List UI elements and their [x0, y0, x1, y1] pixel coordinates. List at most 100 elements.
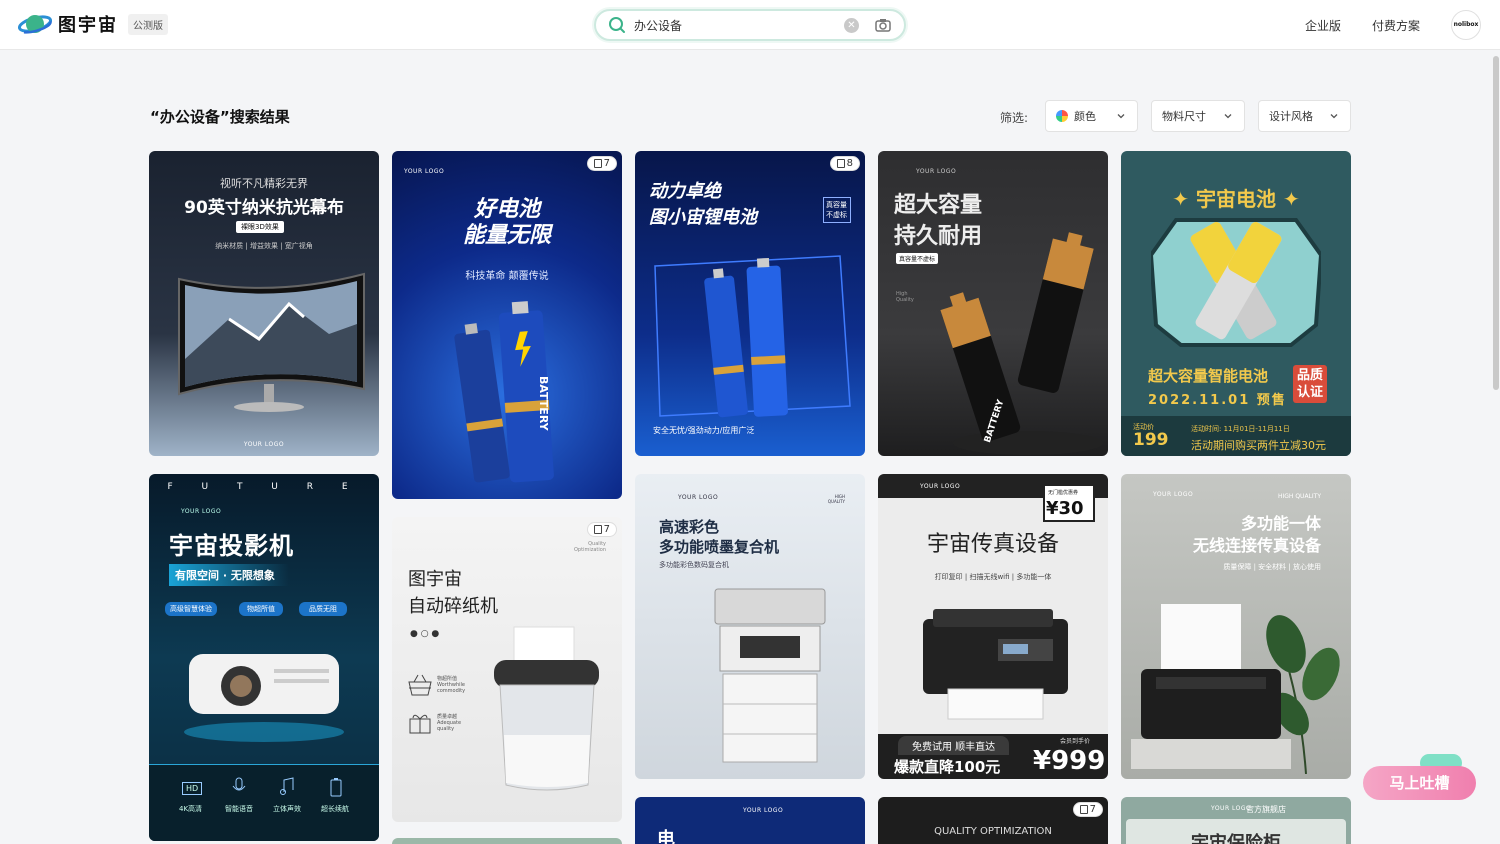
card-logo: YOUR LOGO	[678, 494, 719, 501]
card-title: QUALITY OPTIMIZATION	[934, 826, 1052, 837]
nav-enterprise-link[interactable]: 企业版	[1305, 17, 1341, 34]
card-title-2: 图小宙锂电池	[649, 207, 757, 228]
card-date: 2022.11.01 预售	[1148, 393, 1287, 408]
feature-tag: 高级智慧体验	[165, 602, 217, 616]
template-card-projector[interactable]: F U T U R E YOUR LOGO 宇宙投影机 有限空间 · 无限想象 …	[149, 474, 379, 841]
chevron-down-icon	[1330, 114, 1338, 119]
template-card-screen[interactable]: 视听不凡精彩无界 90英寸纳米抗光幕布 裸眼3D效果 纳米材质 | 增益效果 |…	[149, 151, 379, 456]
battery-hud-image	[654, 255, 851, 418]
search-bar[interactable]: ✕	[594, 9, 906, 41]
price-value: 199	[1133, 430, 1169, 450]
template-card-blue-partial[interactable]: YOUR LOGO 电	[635, 797, 865, 844]
logo-text: 图宇宙	[58, 15, 118, 36]
coupon-label: 无门槛优惠券	[1048, 490, 1079, 496]
size-filter-dropdown[interactable]: 物料尺寸	[1151, 100, 1245, 132]
template-card-fax-device[interactable]: YOUR LOGO 无门槛优惠券 ¥30 宇宙传真设备 打印复印 | 扫描无线w…	[878, 474, 1108, 779]
card-features: 纳米材质 | 增益效果 | 宽广视角	[215, 242, 313, 250]
template-card-wireless-fax[interactable]: YOUR LOGO HIGH QUALITY 多功能一体 无线连接传真设备 质量…	[1121, 474, 1351, 779]
template-card-lithium-battery[interactable]: 8 动力卓绝 图小宙锂电池 真容量 不虚标 安全无忧/强劲动力/应用广泛	[635, 151, 865, 456]
feature-label: 4K高清	[179, 805, 203, 813]
card-logo: YOUR LOGO	[181, 508, 222, 515]
scrollbar-thumb[interactable]	[1493, 56, 1499, 390]
card-logo: YOUR LOGO	[743, 807, 784, 814]
search-input[interactable]	[634, 15, 834, 35]
multifunction-printer-image	[714, 588, 826, 763]
card-title-2: 能量无限	[462, 223, 551, 248]
card-corner-text: HIGH QUALITY	[1277, 493, 1321, 500]
card-note: High Quality	[896, 291, 914, 303]
color-filter-dropdown[interactable]: 颜色	[1045, 100, 1138, 132]
curved-monitor-image	[178, 272, 365, 412]
price-value: ¥999	[1033, 746, 1106, 776]
nav-pricing-link[interactable]: 付费方案	[1372, 17, 1420, 34]
template-card-battery-dark[interactable]: YOUR LOGO 超大容量 持久耐用 真容量不虚标 High Quality …	[878, 151, 1108, 456]
microphone-icon	[232, 777, 246, 791]
card-title: 宇宙保险柜	[1191, 833, 1281, 844]
feature-strip	[149, 764, 379, 841]
card-subtitle: 科技革命 颠覆传说	[465, 271, 549, 282]
card-subtitle: 打印复印 | 扫描无线wifi | 多功能一体	[934, 573, 1052, 581]
template-card-battery-teal[interactable]: ✦ 宇宙电池 ✦ 超大容量智能电池 2022.11.01 预售 品质认证 活动价…	[1121, 151, 1351, 456]
promo-text: 活动期间购买两件立减30元	[1191, 439, 1326, 452]
template-card-shredder[interactable]: 7 Quality Optimization 图宇宙 自动碎纸机 ● ○ ● 物…	[392, 517, 622, 822]
dots-decoration: ● ○ ●	[410, 629, 440, 639]
pages-icon	[836, 159, 845, 168]
card-logo: YOUR LOGO	[404, 168, 445, 175]
shredder-image	[494, 626, 599, 791]
fax-printer-image	[923, 609, 1068, 720]
beta-badge: 公测版	[128, 13, 168, 35]
coupon-value: ¥30	[1046, 498, 1084, 519]
chevron-down-icon	[1224, 114, 1232, 119]
battery-image	[454, 301, 554, 483]
basket-icon	[408, 674, 432, 696]
card-subtitle: 多功能彩色数码复合机	[659, 561, 729, 569]
card-title: 动力卓绝	[649, 181, 721, 202]
page-count-badge: 7	[586, 156, 617, 171]
card-title: 图宇宙	[408, 569, 462, 590]
card-tag: 裸眼3D效果	[236, 221, 284, 233]
template-card-color-printer[interactable]: YOUR LOGO HIGH QUALITY 高速彩色 多功能喷墨复合机 多功能…	[635, 474, 865, 779]
card-headline: 超大容量智能电池	[1148, 367, 1269, 385]
feature-text: 质量卓越 Adequate quality	[437, 714, 462, 732]
quality-seal: 品质认证	[1293, 365, 1327, 403]
card-title: 宇宙投影机	[169, 532, 294, 560]
planet-logo-icon	[18, 15, 52, 34]
card-title-2: 无线连接传真设备	[1192, 536, 1321, 555]
chevron-down-icon	[1117, 114, 1125, 119]
clear-search-icon[interactable]: ✕	[844, 18, 859, 33]
feature-label: 立体声效	[273, 805, 301, 813]
battery-icon	[330, 778, 342, 797]
brand-logo[interactable]: 图宇宙 公测版	[18, 11, 168, 37]
camera-icon[interactable]	[874, 16, 892, 34]
band-promo: 爆款直降100元	[894, 758, 1001, 776]
page-count-badge: 7	[1072, 802, 1103, 817]
card-subtitle: 视听不凡精彩无界	[220, 177, 308, 190]
store-label: 官方旗舰店	[1246, 805, 1286, 814]
search-icon[interactable]	[608, 16, 626, 34]
user-avatar[interactable]: nolibox	[1451, 10, 1481, 40]
color-filter-label: 颜色	[1074, 110, 1096, 123]
pages-icon	[1079, 805, 1088, 814]
future-text: F U T U R E	[167, 482, 361, 492]
template-card-dark-partial[interactable]: 7 QUALITY OPTIMIZATION	[878, 797, 1108, 844]
feedback-button[interactable]: 马上吐槽	[1363, 766, 1476, 800]
card-logo: YOUR LOGO	[920, 483, 961, 490]
template-card-battery-blue[interactable]: 7 YOUR LOGO 好电池 能量无限 科技革命 颠覆传说 BATTERY	[392, 151, 622, 499]
card-subtitle: 有限空间 · 无限想象	[169, 564, 289, 586]
card-title-2: 多功能喷墨复合机	[659, 538, 780, 556]
card-corner-text: HIGH QUALITY	[827, 494, 845, 504]
style-filter-dropdown[interactable]: 设计风格	[1258, 100, 1351, 132]
template-card-safe-partial[interactable]: YOUR LOGO 官方旗舰店 宇宙保险柜	[1121, 797, 1351, 844]
feature-tag: 品质无阻	[299, 602, 347, 616]
battery-image	[940, 232, 1103, 455]
card-title: 多功能一体	[1240, 514, 1321, 533]
page-count-badge: 7	[586, 522, 617, 537]
card-title: 超大容量	[894, 193, 983, 218]
pages-icon	[593, 525, 602, 534]
feature-tag: 物超所值	[239, 602, 283, 616]
card-title: ✦ 宇宙电池 ✦	[1172, 187, 1300, 211]
template-card-partial[interactable]	[392, 838, 622, 844]
card-title: 90英寸纳米抗光幕布	[184, 198, 344, 218]
price-label: 会员到手价	[1060, 738, 1091, 745]
results-title: “办公设备”搜索结果	[150, 108, 290, 126]
